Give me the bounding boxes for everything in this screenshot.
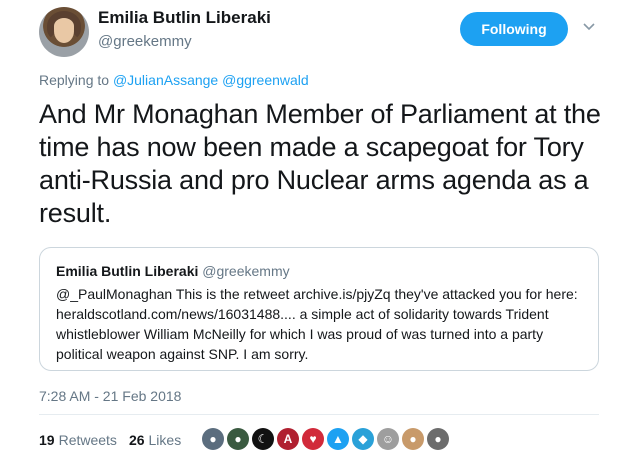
tweet-stats: 19 Retweets 26 Likes [39, 432, 181, 448]
liker-avatar[interactable]: ◆ [352, 428, 374, 450]
liker-avatar[interactable]: ● [402, 428, 424, 450]
mention-link[interactable]: @ggreenwald [222, 72, 309, 88]
following-button[interactable]: Following [460, 12, 568, 46]
likes-stat[interactable]: 26 Likes [129, 432, 181, 448]
liker-avatar[interactable]: ☾ [252, 428, 274, 450]
likes-label: Likes [148, 432, 182, 448]
liker-avatar[interactable]: ▲ [327, 428, 349, 450]
mention-link[interactable]: @JulianAssange [113, 72, 218, 88]
replying-to: Replying to @JulianAssange @ggreenwald [39, 72, 309, 88]
divider [39, 414, 599, 415]
tweet-timestamp[interactable]: 7:28 AM - 21 Feb 2018 [39, 388, 181, 404]
quoted-author-handle: @greekemmy [202, 263, 290, 279]
liker-avatar[interactable]: ● [227, 428, 249, 450]
likers-avatars: ● ● ☾ A ♥ ▲ ◆ ☺ ● ● [202, 428, 449, 450]
retweets-count: 19 [39, 432, 55, 448]
liker-avatar[interactable]: ● [427, 428, 449, 450]
replying-to-prefix: Replying to [39, 72, 110, 88]
quoted-author-name: Emilia Butlin Liberaki [56, 263, 199, 279]
avatar-face [54, 19, 74, 43]
chevron-down-icon[interactable] [582, 20, 596, 34]
liker-avatar[interactable]: ☺ [377, 428, 399, 450]
retweets-label: Retweets [58, 432, 117, 448]
tweet-text: And Mr Monaghan Member of Parliament at … [39, 99, 601, 228]
liker-avatar[interactable]: ● [202, 428, 224, 450]
author-avatar[interactable] [39, 7, 89, 57]
liker-avatar[interactable]: ♥ [302, 428, 324, 450]
likes-count: 26 [128, 432, 145, 448]
quoted-author[interactable]: Emilia Butlin Liberaki @greekemmy [56, 263, 290, 279]
author-handle[interactable]: @greekemmy [98, 33, 192, 50]
retweets-stat[interactable]: 19 Retweets [39, 432, 117, 448]
liker-avatar[interactable]: A [277, 428, 299, 450]
quoted-tweet-text: @_PaulMonaghan This is the retweet archi… [56, 286, 578, 362]
quoted-tweet[interactable]: Emilia Butlin Liberaki @greekemmy @_Paul… [39, 247, 599, 371]
author-display-name[interactable]: Emilia Butlin Liberaki [98, 8, 271, 28]
